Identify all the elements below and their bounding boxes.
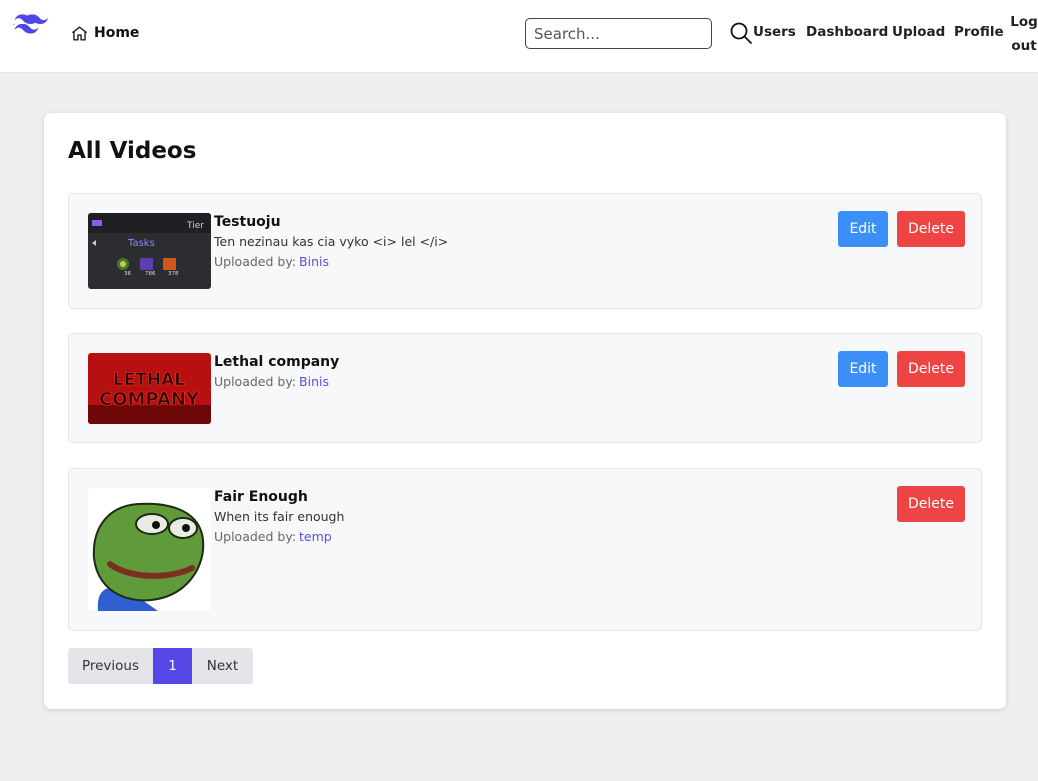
edit-button[interactable]: Edit bbox=[838, 211, 888, 247]
delete-button[interactable]: Delete bbox=[897, 351, 965, 387]
pagination: Previous 1 Next bbox=[68, 648, 253, 684]
video-uploader: Uploaded by: Binis bbox=[214, 372, 339, 392]
search-input[interactable] bbox=[525, 18, 712, 49]
logout-label-line1: Log bbox=[1010, 14, 1038, 30]
home-icon bbox=[71, 25, 88, 41]
svg-text:378: 378 bbox=[168, 271, 179, 277]
delete-button[interactable]: Delete bbox=[897, 211, 965, 247]
video-item: LETHAL COMPANY Lethal company Uploaded b… bbox=[68, 333, 982, 443]
uploader-link[interactable]: temp bbox=[299, 529, 332, 544]
thumbnail-line1: LETHAL bbox=[113, 370, 185, 390]
uploader-link[interactable]: Binis bbox=[299, 374, 329, 389]
videos-card: All Videos Tier Tasks 36 786 378 Testuoj… bbox=[44, 113, 1006, 709]
video-item: Fair Enough When its fair enough Uploade… bbox=[68, 468, 982, 631]
top-navbar: Home Users Dashboard Upload Profile Log … bbox=[0, 0, 1038, 73]
uploaded-by-label: Uploaded by: bbox=[214, 254, 297, 269]
page-title: All Videos bbox=[68, 138, 197, 164]
video-item: Tier Tasks 36 786 378 Testuoju Ten nezin… bbox=[68, 193, 982, 309]
search-icon[interactable] bbox=[729, 21, 753, 45]
video-title[interactable]: Lethal company bbox=[214, 354, 339, 371]
delete-button[interactable]: Delete bbox=[897, 486, 965, 522]
nav-link-dashboard[interactable]: Dashboard bbox=[806, 24, 888, 40]
svg-text:786: 786 bbox=[145, 271, 156, 277]
video-uploader: Uploaded by: Binis bbox=[214, 252, 448, 272]
pagination-next[interactable]: Next bbox=[192, 648, 253, 684]
video-title[interactable]: Fair Enough bbox=[214, 489, 344, 506]
thumbnail-line2: COMPANY bbox=[99, 389, 200, 410]
video-thumbnail[interactable]: LETHAL COMPANY bbox=[88, 353, 211, 424]
thumbnail-label: Tasks bbox=[127, 238, 155, 249]
pagination-previous[interactable]: Previous bbox=[68, 648, 153, 684]
video-description: Ten nezinau kas cia vyko <i> lel </i> bbox=[214, 234, 449, 249]
video-description: When its fair enough bbox=[214, 509, 345, 524]
nav-link-upload[interactable]: Upload bbox=[892, 24, 945, 40]
pagination-page-current[interactable]: 1 bbox=[153, 648, 192, 684]
uploaded-by-label: Uploaded by: bbox=[214, 374, 297, 389]
edit-button[interactable]: Edit bbox=[838, 351, 888, 387]
video-title[interactable]: Testuoju bbox=[214, 214, 448, 231]
nav-link-users[interactable]: Users bbox=[753, 24, 796, 40]
home-link[interactable]: Home bbox=[70, 22, 139, 44]
logout-label-line2: out bbox=[1011, 38, 1037, 54]
logo-icon[interactable] bbox=[13, 14, 51, 38]
logout-link[interactable]: Log out bbox=[1010, 10, 1038, 58]
thumbnail-corner-text: Tier bbox=[186, 221, 204, 231]
video-thumbnail[interactable] bbox=[88, 488, 211, 611]
home-link-label: Home bbox=[94, 25, 140, 41]
video-thumbnail[interactable]: Tier Tasks 36 786 378 bbox=[88, 213, 211, 289]
svg-text:36: 36 bbox=[124, 271, 131, 277]
uploaded-by-label: Uploaded by: bbox=[214, 529, 297, 544]
video-uploader: Uploaded by: temp bbox=[214, 527, 344, 547]
nav-link-profile[interactable]: Profile bbox=[954, 24, 1004, 40]
uploader-link[interactable]: Binis bbox=[299, 254, 329, 269]
